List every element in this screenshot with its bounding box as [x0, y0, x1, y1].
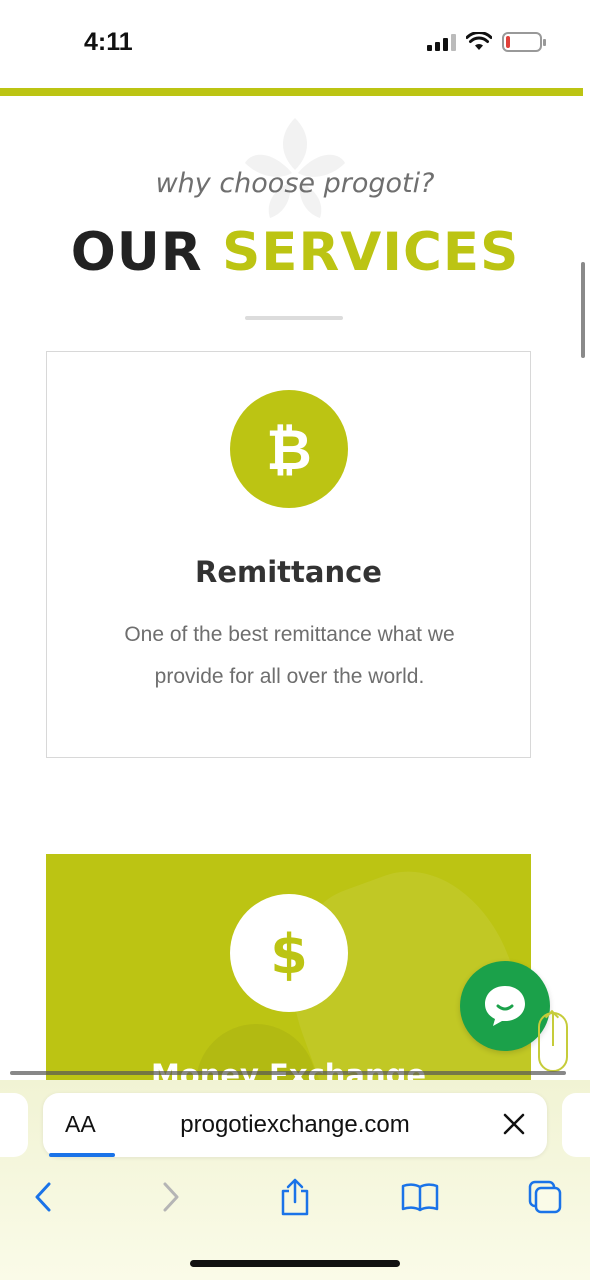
chevron-right-icon	[163, 1182, 179, 1212]
status-bar: 4:11	[0, 0, 590, 88]
cellular-signal-icon	[427, 33, 456, 51]
arrow-up-icon	[552, 1014, 554, 1046]
toolbar-divider	[10, 1071, 566, 1075]
url-text[interactable]: progotiexchange.com	[43, 1111, 547, 1139]
tabs-button[interactable]	[520, 1172, 570, 1222]
wifi-icon	[466, 32, 492, 50]
page-load-progress	[49, 1153, 115, 1157]
next-tab-pill[interactable]	[562, 1093, 590, 1157]
card-title: Remittance	[195, 555, 382, 589]
address-bar[interactable]: AA progotiexchange.com	[43, 1093, 547, 1157]
forward-button[interactable]	[146, 1172, 196, 1222]
home-indicator[interactable]	[190, 1260, 400, 1267]
previous-tab-pill[interactable]	[0, 1093, 28, 1157]
battery-icon	[502, 32, 546, 52]
service-card-remittance[interactable]: ₿ Remittance One of the best remittance …	[46, 351, 531, 758]
section-divider	[245, 316, 343, 320]
chat-button[interactable]	[460, 961, 550, 1051]
svg-text:$: $	[270, 923, 308, 983]
chevron-left-icon	[35, 1182, 51, 1212]
section-title-part2: SERVICES	[222, 222, 520, 283]
dollar-icon: $	[230, 894, 348, 1012]
chat-bubble-icon	[485, 986, 525, 1026]
tabs-icon	[528, 1180, 562, 1214]
status-time: 4:11	[84, 28, 133, 56]
bitcoin-icon: ₿	[230, 390, 348, 508]
book-icon	[401, 1183, 439, 1212]
browser-nav-row	[0, 1172, 590, 1222]
card-description: One of the best remittance what we provi…	[124, 623, 455, 688]
back-button[interactable]	[18, 1172, 68, 1222]
section-subtitle: why choose progoti?	[155, 168, 435, 199]
service-card-money-exchange[interactable]: $ Money Exchange	[46, 854, 531, 1084]
page-scrollbar[interactable]	[581, 262, 585, 358]
header-accent-line	[0, 88, 583, 96]
section-title: OUR SERVICES	[0, 222, 590, 283]
share-button[interactable]	[270, 1172, 320, 1222]
scroll-to-top-button[interactable]	[538, 1012, 568, 1072]
svg-text:₿: ₿	[266, 419, 312, 479]
bookmarks-button[interactable]	[395, 1172, 445, 1222]
share-icon	[281, 1178, 309, 1216]
section-title-part1: OUR	[70, 222, 203, 283]
status-icons	[427, 32, 546, 52]
close-icon[interactable]	[501, 1111, 527, 1137]
